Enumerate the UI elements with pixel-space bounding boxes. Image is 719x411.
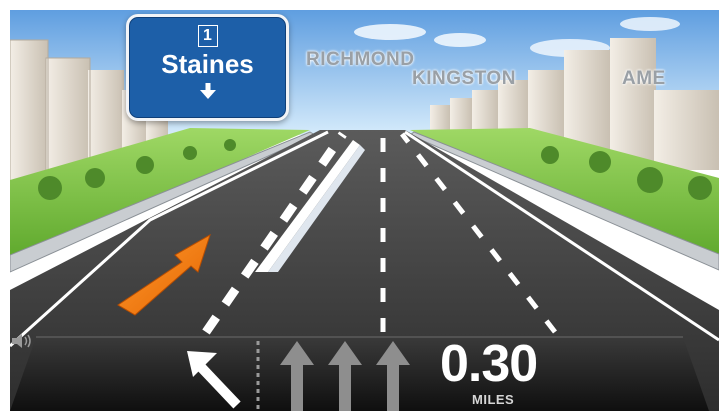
guidance-bar-background <box>10 336 709 411</box>
cloud <box>434 33 486 47</box>
down-arrow-icon <box>199 83 216 99</box>
cloud <box>620 17 680 31</box>
speaker-icon[interactable] <box>10 331 40 351</box>
direction-label: RICHMOND <box>306 49 415 70</box>
sign-destination: Staines <box>161 49 254 79</box>
navigation-screen: RICHMOND KINGSTON AME 1 Staines 0.30 MIL… <box>0 0 719 411</box>
distance-to-turn: 0.30 <box>440 335 538 393</box>
motorway-sign: 1 Staines <box>126 14 289 121</box>
road-number-badge: 1 <box>197 25 218 47</box>
cloud <box>354 24 426 40</box>
guidance-bar[interactable]: 0.30 MILES <box>10 331 709 411</box>
direction-label: AME <box>622 68 666 89</box>
distance-unit: MILES <box>472 392 515 407</box>
direction-label: KINGSTON <box>412 68 516 89</box>
